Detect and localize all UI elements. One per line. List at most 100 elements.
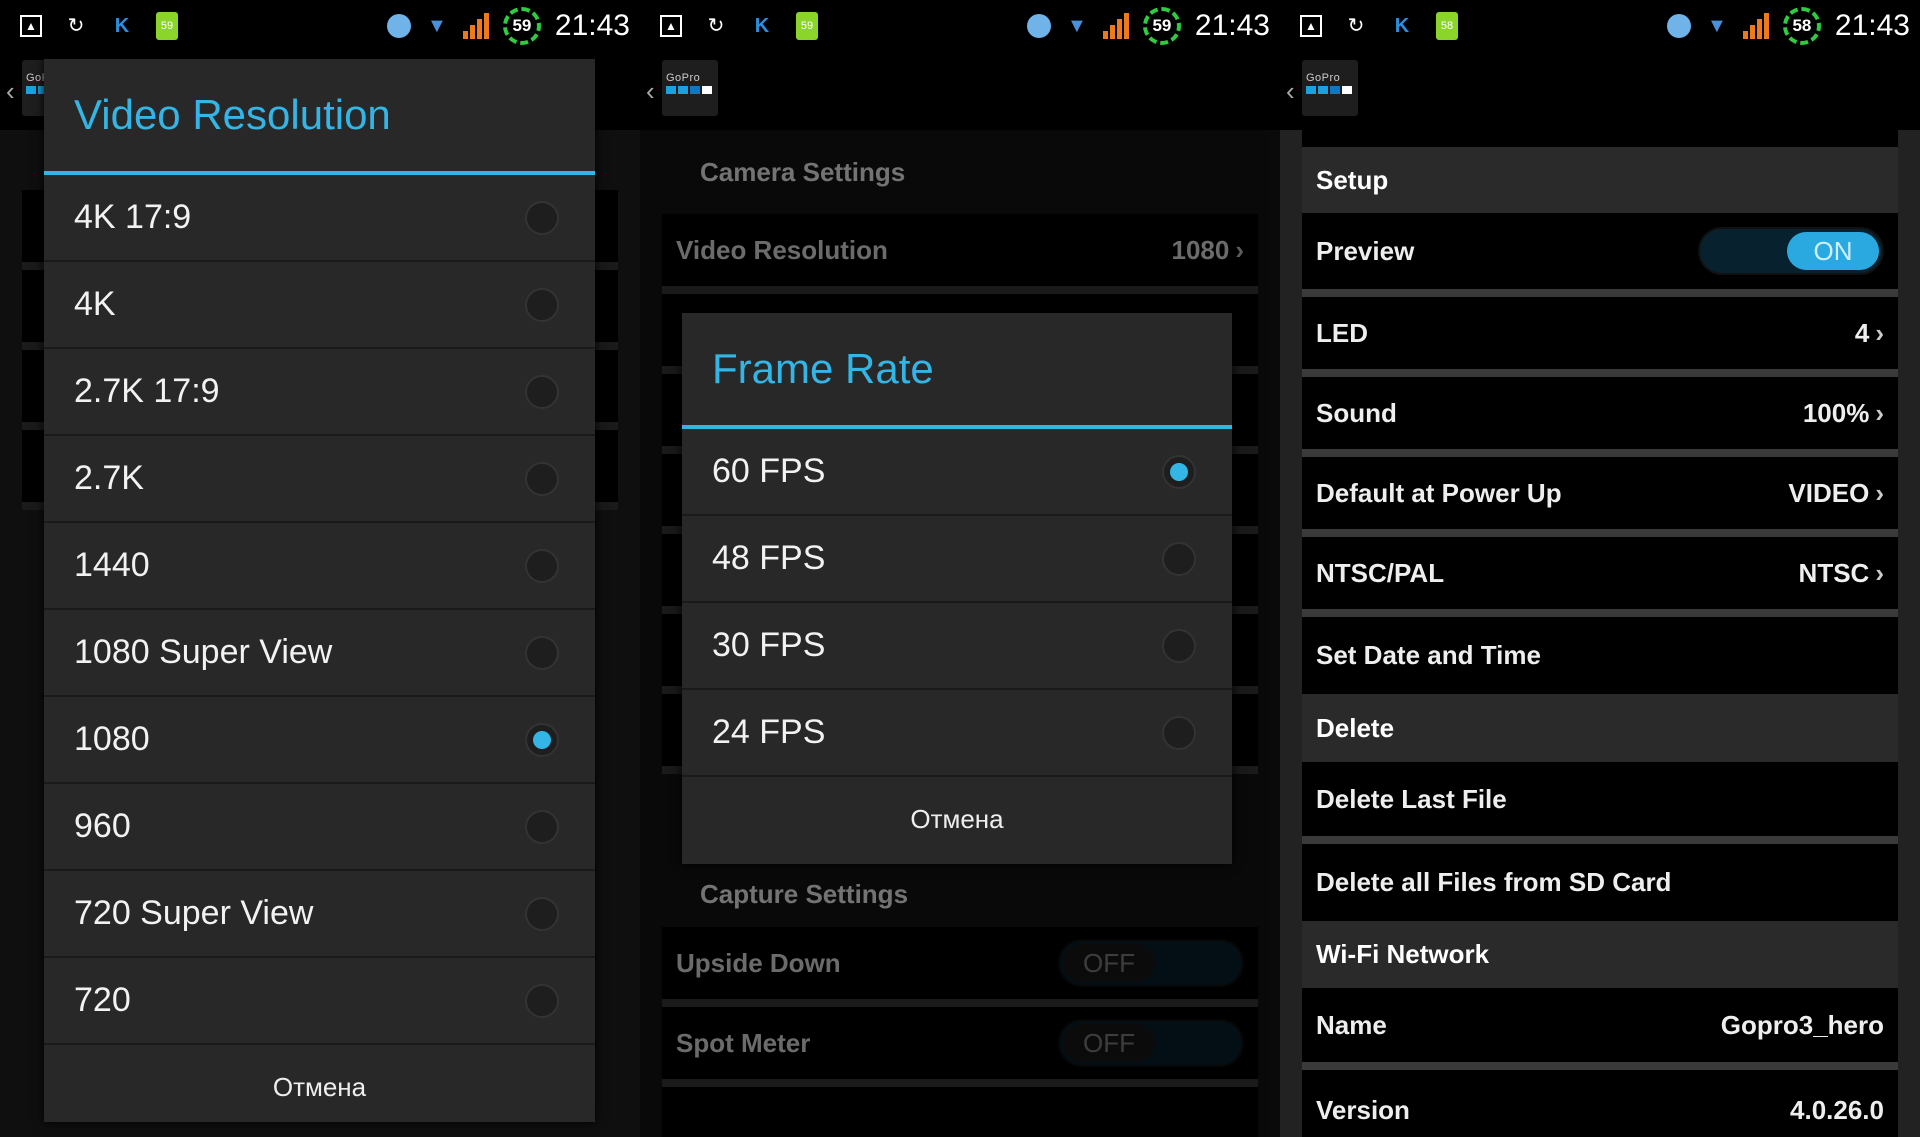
option-item[interactable]: 960 (44, 784, 595, 871)
radio-unselected-icon[interactable] (525, 983, 559, 1018)
row-led[interactable]: LED 4 › (1302, 297, 1898, 377)
radio-selected-icon[interactable] (1162, 454, 1196, 489)
option-item[interactable]: 720 Super View (44, 871, 595, 958)
wifi-icon: ▼ (427, 15, 447, 37)
option-item[interactable]: 48 FPS (682, 516, 1232, 603)
logo-text: GoPro (1306, 72, 1341, 84)
back-icon[interactable]: ‹ (6, 76, 15, 107)
section-wifi-network: Wi-Fi Network (1302, 921, 1898, 988)
k-app-icon: K (754, 15, 770, 37)
section-capture-settings: Capture Settings (700, 878, 909, 909)
clock-ring-icon: 58 (1782, 7, 1821, 45)
panel-setup: ▲ ↻ K 58 ▼ 58 21:43 ‹ GoPro Setup Previe… (1280, 0, 1920, 1137)
radio-unselected-icon[interactable] (525, 374, 559, 409)
chevron-right-icon: › (1235, 234, 1244, 265)
sync-icon: ↻ (1347, 15, 1365, 37)
option-item[interactable]: 1080 (44, 697, 595, 784)
row-delete-last-file[interactable]: Delete Last File (1302, 762, 1898, 844)
setup-list: Setup Preview ON LED 4 › Sound 100% › Default… (1280, 130, 1920, 1137)
option-item[interactable]: 720 (44, 958, 595, 1045)
dialog-title: Video Resolution (44, 59, 595, 175)
radio-selected-icon[interactable] (525, 722, 559, 757)
option-item[interactable]: 1440 (44, 523, 595, 610)
row-upside-down[interactable]: Upside Down OFF (662, 927, 1258, 1007)
battery-icon: 58 (1436, 12, 1458, 40)
alarm-icon (386, 14, 411, 38)
radio-unselected-icon[interactable] (1162, 628, 1196, 663)
action-bar: ‹ GoPro (640, 52, 1280, 130)
option-item[interactable]: 60 FPS (682, 429, 1232, 516)
alarm-icon (1026, 14, 1051, 38)
gallery-icon: ▲ (1300, 15, 1322, 37)
row-wifi-name: Name Gopro3_hero (1302, 988, 1898, 1070)
row-preview[interactable]: Preview ON (1302, 213, 1898, 297)
option-item[interactable]: 30 FPS (682, 603, 1232, 690)
radio-unselected-icon[interactable] (1162, 541, 1196, 576)
clock-ring-icon: 59 (502, 7, 541, 45)
panel-video-resolution: ▲ ↻ K 59 ▼ 59 21:43 ‹ GoPro Video Resolu… (0, 0, 640, 1137)
radio-unselected-icon[interactable] (525, 896, 559, 931)
radio-unselected-icon[interactable] (525, 548, 559, 583)
row-delete-all-files[interactable]: Delete all Files from SD Card (1302, 844, 1898, 921)
gallery-icon: ▲ (20, 15, 42, 37)
gopro-logo[interactable]: GoPro (1302, 60, 1358, 116)
status-bar: ▲ ↻ K 58 ▼ 58 21:43 (1280, 0, 1920, 52)
status-time: 21:43 (1834, 9, 1910, 42)
radio-unselected-icon[interactable] (525, 287, 559, 322)
status-time: 21:43 (554, 9, 630, 42)
row-set-date-time[interactable]: Set Date and Time (1302, 617, 1898, 694)
row-spot-meter[interactable]: Spot Meter OFF (662, 1007, 1258, 1087)
gallery-icon: ▲ (660, 15, 682, 37)
battery-icon: 59 (156, 12, 178, 40)
signal-icon (1742, 13, 1769, 39)
radio-unselected-icon[interactable] (525, 200, 559, 235)
radio-unselected-icon[interactable] (525, 809, 559, 844)
k-app-icon: K (114, 15, 130, 37)
alarm-icon (1666, 14, 1691, 38)
option-item[interactable]: 4K (44, 262, 595, 349)
dialog-title: Frame Rate (682, 313, 1232, 429)
row-sound[interactable]: Sound 100% › (1302, 377, 1898, 457)
cancel-button[interactable]: Отмена (682, 777, 1232, 861)
logo-text: GoPro (666, 72, 701, 84)
sync-icon: ↻ (707, 15, 725, 37)
action-bar: ‹ GoPro (1280, 52, 1920, 130)
row-ntsc-pal[interactable]: NTSC/PAL NTSC › (1302, 537, 1898, 617)
chevron-right-icon: › (1875, 477, 1884, 508)
chevron-right-icon: › (1875, 557, 1884, 588)
status-bar: ▲ ↻ K 59 ▼ 59 21:43 (640, 0, 1280, 52)
option-item[interactable]: 1080 Super View (44, 610, 595, 697)
wifi-icon: ▼ (1707, 15, 1727, 37)
row-video-resolution[interactable]: Video Resolution 1080 › (662, 214, 1258, 294)
back-icon[interactable]: ‹ (646, 76, 655, 107)
option-item[interactable]: 2.7K 17:9 (44, 349, 595, 436)
signal-icon (1102, 13, 1129, 39)
radio-unselected-icon[interactable] (525, 461, 559, 496)
section-camera-settings: Camera Settings (700, 156, 906, 187)
row-default-at-power-up[interactable]: Default at Power Up VIDEO › (1302, 457, 1898, 537)
status-time: 21:43 (1194, 9, 1270, 42)
k-app-icon: K (1394, 15, 1410, 37)
cancel-button[interactable]: Отмена (44, 1045, 595, 1129)
option-item[interactable]: 4K 17:9 (44, 175, 595, 262)
section-setup: Setup (1302, 147, 1898, 213)
background-row (662, 1087, 1258, 1137)
upside-down-toggle[interactable]: OFF (1058, 939, 1244, 987)
signal-icon (462, 13, 489, 39)
clock-ring-icon: 59 (1142, 7, 1181, 45)
spot-meter-toggle[interactable]: OFF (1058, 1019, 1244, 1067)
radio-unselected-icon[interactable] (525, 635, 559, 670)
chevron-right-icon: › (1875, 317, 1884, 348)
option-item[interactable]: 24 FPS (682, 690, 1232, 777)
gopro-logo[interactable]: GoPro (662, 60, 718, 116)
video-resolution-dialog: Video Resolution 4K 17:9 4K 2.7K 17:9 2.7K 1… (44, 59, 595, 1122)
preview-toggle[interactable]: ON (1698, 227, 1884, 275)
option-item[interactable]: 2.7K (44, 436, 595, 523)
status-bar: ▲ ↻ K 59 ▼ 59 21:43 (0, 0, 640, 52)
radio-unselected-icon[interactable] (1162, 715, 1196, 750)
row-version: Version 4.0.26.0 (1302, 1070, 1898, 1137)
chevron-right-icon: › (1875, 397, 1884, 428)
back-icon[interactable]: ‹ (1286, 76, 1295, 107)
panel-frame-rate: ▲ ↻ K 59 ▼ 59 21:43 ‹ GoPro Camera Setti… (640, 0, 1280, 1137)
frame-rate-dialog: Frame Rate 60 FPS 48 FPS 30 FPS 24 FPS Отме… (682, 313, 1232, 864)
